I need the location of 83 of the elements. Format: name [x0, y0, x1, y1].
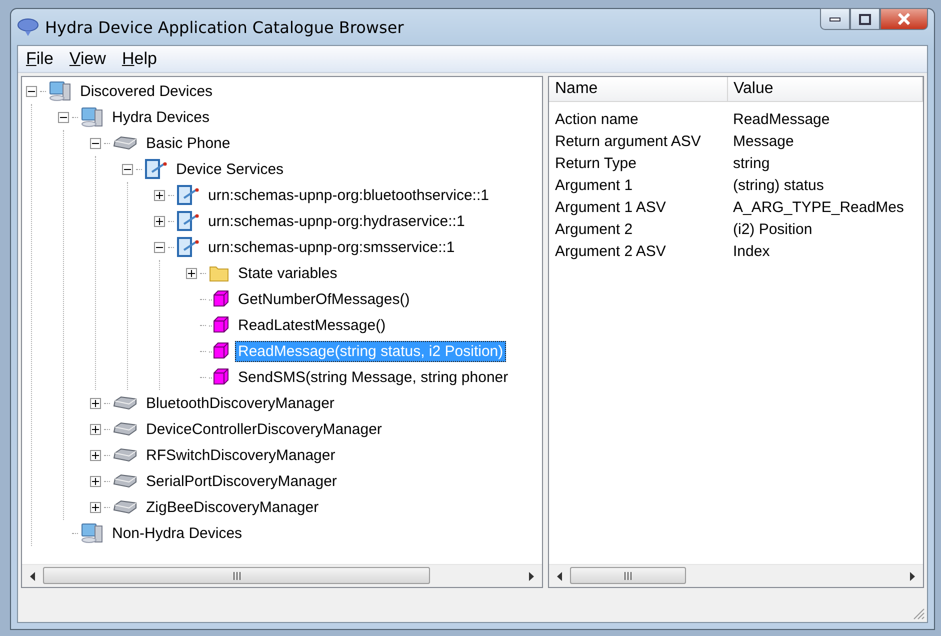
tree-item[interactable]: urn:schemas-upnp-org:bluetoothservice::1 [205, 184, 492, 206]
document-icon [176, 236, 200, 258]
tree-item[interactable]: RFSwitchDiscoveryManager [143, 444, 338, 466]
collapse-toggle-icon[interactable] [122, 164, 133, 174]
table-cell: Return Type [555, 154, 636, 172]
table-cell: Message [733, 132, 794, 150]
tree-item[interactable]: Non-Hydra Devices [109, 522, 246, 544]
horizontal-scrollbar[interactable] [22, 564, 542, 587]
menu-item[interactable]: Help [116, 49, 163, 69]
expand-toggle-icon[interactable] [90, 450, 101, 460]
tree-item[interactable]: GetNumberOfMessages() [235, 288, 413, 310]
document-icon [176, 210, 200, 232]
resize-grip-icon[interactable] [911, 606, 925, 620]
device-icon [112, 396, 138, 410]
maximize-button[interactable] [850, 8, 880, 30]
device-icon [112, 136, 138, 150]
scroll-left-icon[interactable] [556, 572, 564, 580]
tree-item[interactable]: urn:schemas-upnp-org:smsservice::1 [205, 236, 458, 258]
tree-item[interactable]: SendSMS(string Message, string phoner [235, 366, 512, 388]
computer-icon [48, 80, 72, 102]
close-icon [897, 13, 911, 25]
table-cell: A_ARG_TYPE_ReadMes [733, 198, 904, 216]
cube-icon [208, 290, 230, 308]
expand-toggle-icon[interactable] [90, 424, 101, 434]
scrollbar-thumb[interactable] [43, 567, 430, 584]
tree-item[interactable]: Hydra Devices [109, 106, 213, 128]
cube-icon [208, 316, 230, 334]
tree-item[interactable]: urn:schemas-upnp-org:hydraservice::1 [205, 210, 468, 232]
table-cell: string [733, 154, 770, 172]
tree-item[interactable]: BluetoothDiscoveryManager [143, 392, 338, 414]
expand-toggle-icon[interactable] [154, 216, 165, 226]
table-cell: Argument 2 [555, 220, 633, 238]
tree-item[interactable]: State variables [235, 262, 340, 284]
table-cell: (i2) Position [733, 220, 812, 238]
scrollbar-thumb[interactable] [570, 567, 686, 584]
table-cell: Argument 1 ASV [555, 198, 666, 216]
collapse-toggle-icon[interactable] [26, 86, 37, 96]
table-cell: ReadMessage [733, 110, 830, 128]
device-icon [112, 474, 138, 488]
tree-item[interactable]: Discovered Devices [77, 80, 216, 102]
collapse-toggle-icon[interactable] [90, 138, 101, 148]
device-icon [112, 448, 138, 462]
expand-toggle-icon[interactable] [186, 268, 197, 278]
cube-icon [208, 368, 230, 386]
tree-item[interactable]: Basic Phone [143, 132, 234, 154]
document-icon [144, 158, 168, 180]
table-cell: Index [733, 242, 770, 260]
tree-item[interactable]: SerialPortDiscoveryManager [143, 470, 340, 492]
table-cell: (string) status [733, 176, 824, 194]
scroll-right-icon[interactable] [527, 572, 535, 580]
tree-item[interactable]: DeviceControllerDiscoveryManager [143, 418, 385, 440]
menu-item[interactable]: View [63, 49, 112, 69]
expand-toggle-icon[interactable] [90, 476, 101, 486]
close-button[interactable] [880, 8, 928, 30]
table-cell: Action name [555, 110, 638, 128]
expand-toggle-icon[interactable] [90, 398, 101, 408]
expand-toggle-icon[interactable] [90, 502, 101, 512]
minimize-icon [829, 16, 841, 22]
expand-toggle-icon[interactable] [154, 190, 165, 200]
table-cell: Argument 1 [555, 176, 633, 194]
tree-item[interactable]: Device Services [173, 158, 287, 180]
computer-icon [80, 522, 104, 544]
tree-item[interactable]: ZigBeeDiscoveryManager [143, 496, 322, 518]
scroll-right-icon[interactable] [908, 572, 916, 580]
device-icon [112, 500, 138, 514]
minimize-button[interactable] [820, 8, 850, 30]
maximize-icon [859, 14, 871, 24]
document-icon [176, 184, 200, 206]
collapse-toggle-icon[interactable] [154, 242, 165, 252]
app-logo-icon [17, 17, 39, 37]
table-cell: Return argument ASV [555, 132, 701, 150]
computer-icon [80, 106, 104, 128]
horizontal-scrollbar[interactable] [549, 564, 923, 587]
window-title: Hydra Device Application Catalogue Browser [45, 18, 404, 36]
collapse-toggle-icon[interactable] [58, 112, 69, 122]
column-header[interactable]: Name [549, 77, 727, 102]
menu-item[interactable]: File [20, 49, 60, 69]
tree-item[interactable]: ReadLatestMessage() [235, 314, 389, 336]
column-header[interactable]: Value [727, 77, 922, 102]
device-icon [112, 422, 138, 436]
cube-icon [208, 342, 230, 360]
scroll-left-icon[interactable] [29, 572, 37, 580]
table-cell: Argument 2 ASV [555, 242, 666, 260]
